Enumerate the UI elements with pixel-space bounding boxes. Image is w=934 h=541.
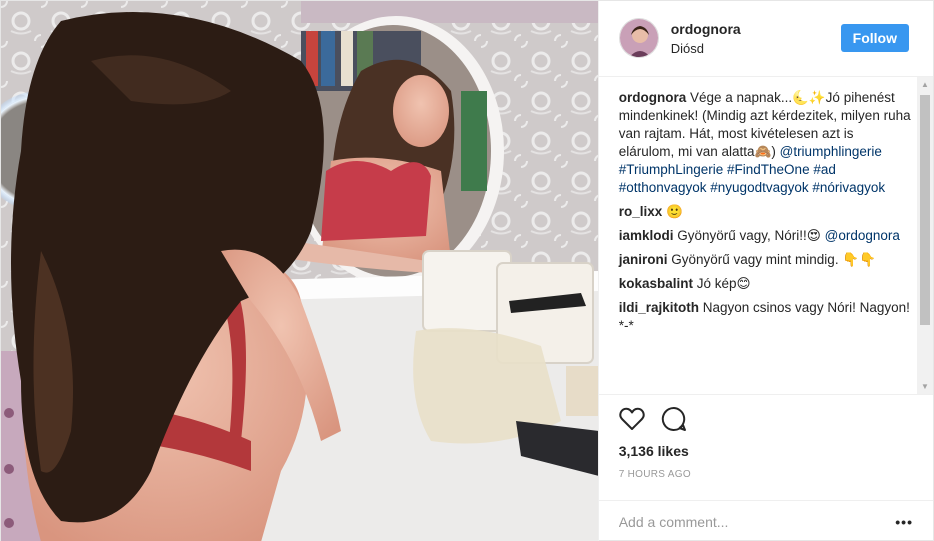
header-location[interactable]: Diósd [671, 41, 841, 56]
comment-author[interactable]: ildi_rajkitoth [619, 300, 699, 315]
comment-author[interactable]: janironi [619, 252, 668, 267]
comment-text: Jó kép😊 [696, 275, 751, 291]
comments-scrollbar[interactable]: ▲ ▼ [917, 76, 933, 395]
more-options-icon[interactable]: ••• [895, 514, 913, 530]
post-sidebar: ordognora Diósd Follow ordognora Vége a … [597, 1, 933, 541]
avatar[interactable] [618, 18, 659, 59]
photo-illustration [1, 1, 598, 541]
likes-count[interactable]: 3,136 likes [619, 443, 913, 459]
caption-hashtags[interactable]: #TriumphLingerie #FindTheOne #ad #otthon… [619, 162, 885, 195]
comment-author[interactable]: kokasbalint [619, 276, 693, 291]
comment-item: kokasbalint Jó kép😊 [619, 275, 911, 293]
caption-author[interactable]: ordognora [619, 90, 687, 105]
scrollbar-thumb[interactable] [920, 94, 930, 325]
follow-button[interactable]: Follow [840, 24, 909, 53]
post-actions: 3,136 likes 7 HOURS AGO [598, 394, 933, 500]
scroll-up-arrow-icon[interactable]: ▲ [917, 77, 933, 93]
caption: ordognora Vége a napnak...🌜✨Jó pihenést … [619, 89, 911, 197]
comment-author[interactable]: ro_lixx [619, 204, 663, 219]
comment-text: Gyönyörű vagy mint mindig. 👇👇 [671, 251, 876, 267]
comment-author[interactable]: iamklodi [619, 228, 674, 243]
comment-item: ildi_rajkitoth Nagyon csinos vagy Nóri! … [619, 299, 911, 335]
heart-icon[interactable] [618, 407, 645, 436]
add-comment-bar: ••• [598, 500, 933, 541]
scroll-down-arrow-icon[interactable]: ▼ [917, 379, 933, 394]
post-timestamp[interactable]: 7 HOURS AGO [619, 469, 913, 480]
comment-text: 🙂 [666, 203, 683, 219]
avatar-image [619, 19, 658, 58]
instagram-post: ordognora Diósd Follow ordognora Vége a … [0, 0, 934, 541]
comments-scroll: ordognora Vége a napnak...🌜✨Jó pihenést … [619, 89, 911, 335]
comment-item: ro_lixx 🙂 [619, 203, 911, 221]
comment-item: janironi Gyönyörű vagy mint mindig. 👇👇 [619, 251, 911, 269]
comment-bubble-icon[interactable] [661, 406, 687, 437]
post-header: ordognora Diósd Follow [598, 1, 933, 77]
header-names: ordognora Diósd [671, 21, 841, 56]
action-icons [618, 403, 913, 439]
post-photo[interactable] [1, 1, 598, 541]
comment-text: Gyönyörű vagy, Nóri!!😍 [677, 227, 821, 243]
comment-item: iamklodi Gyönyörű vagy, Nóri!!😍 @ordogno… [619, 227, 911, 245]
header-username[interactable]: ordognora [671, 21, 841, 37]
comment-mention[interactable]: @ordognora [825, 228, 900, 243]
caption-mention[interactable]: @triumphlingerie [780, 144, 882, 159]
add-comment-input[interactable] [618, 513, 896, 530]
comments-list: ordognora Vége a napnak...🌜✨Jó pihenést … [599, 76, 933, 395]
